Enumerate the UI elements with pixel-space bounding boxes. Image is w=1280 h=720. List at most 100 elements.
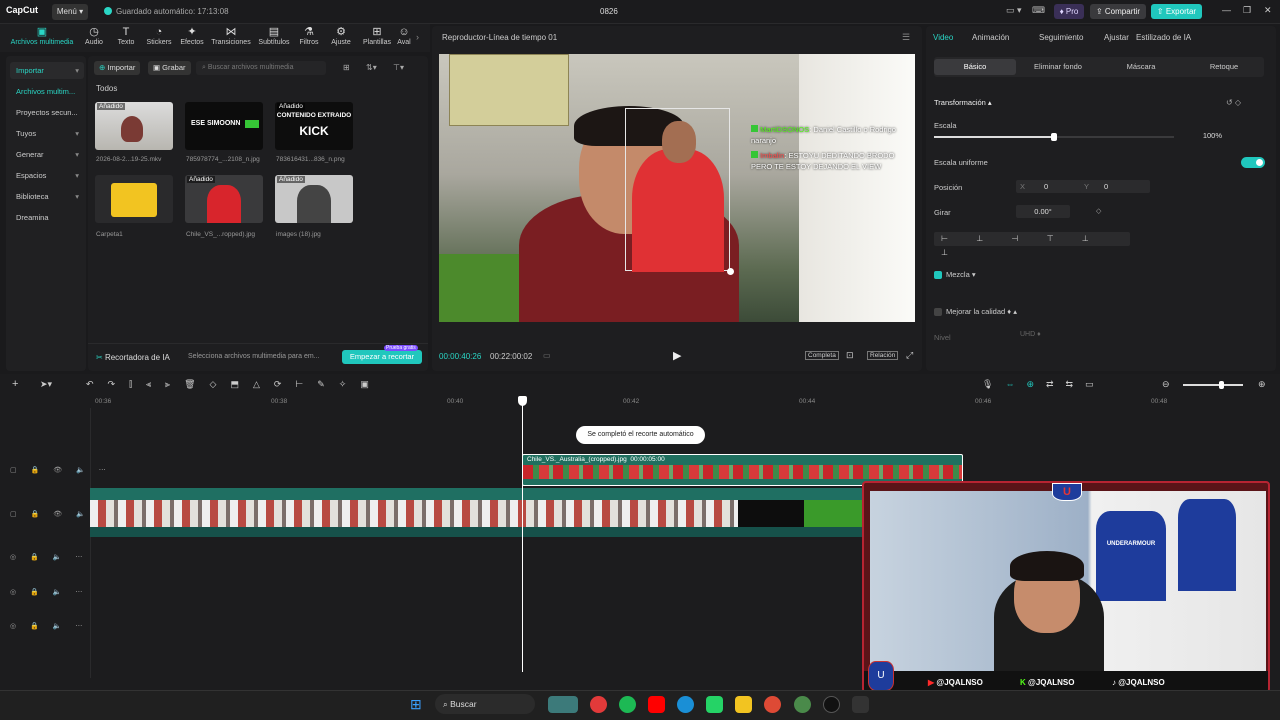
media-thumb-chile[interactable]: Añadido (185, 175, 263, 223)
youtube-icon[interactable] (648, 696, 665, 713)
pro-badge[interactable]: ♦ Pro (1054, 4, 1084, 19)
tab-text[interactable]: T Texto (108, 26, 144, 46)
scale-slider[interactable] (934, 133, 1174, 141)
media-thumb-banner[interactable]: ESE SIMOONN (185, 102, 263, 150)
sidebar-item-yours[interactable]: Tuyos ▾ (10, 125, 84, 142)
blend-heading[interactable]: Mezcla ▾ (934, 270, 976, 279)
track-controls[interactable]: ▢ 🔒 👁 🔈 ⋯ (10, 466, 112, 474)
position-x-field[interactable]: X0 (1016, 180, 1086, 193)
tab-tracking[interactable]: Seguimiento (1039, 33, 1083, 42)
position-y-field[interactable]: Y0 (1080, 180, 1150, 193)
sort-icon[interactable]: ⇅▾ (366, 63, 377, 72)
tab-effects[interactable]: ✦ Efectos (174, 26, 210, 46)
tab-templates[interactable]: ⊞ Plantillas (357, 26, 397, 46)
minimize-icon[interactable]: — (1222, 5, 1231, 15)
tab-ai-styling[interactable]: Estilizado de IA (1136, 33, 1191, 42)
chrome-icon[interactable] (764, 696, 781, 713)
subtab-basic[interactable]: Básico (934, 59, 1016, 75)
media-thumb-video[interactable]: Añadido (95, 102, 173, 150)
rotate-field[interactable]: 0.00° (1016, 205, 1070, 218)
tab-avatars[interactable]: ☺ Aval (394, 26, 414, 46)
edit-tools[interactable]: ↶↷⫿⫷⫸🗑◇⬒△⟳⊢✎✧▣ (86, 379, 383, 390)
opera-icon[interactable] (590, 696, 607, 713)
playhead[interactable] (522, 396, 523, 672)
sidebar-item-dreamina[interactable]: Dreamina (10, 209, 84, 226)
reset-icon[interactable]: ↺ ◇ (1226, 98, 1241, 107)
zoom-slider[interactable] (1183, 381, 1243, 389)
share-button[interactable]: ⇪ Compartir (1090, 4, 1146, 19)
media-thumb-folder[interactable] (95, 175, 173, 223)
sidebar-item-spaces[interactable]: Espacios ▾ (10, 167, 84, 184)
tab-subtitles[interactable]: ▤ Subtítulos (253, 26, 295, 46)
zoom-out-icon[interactable]: ⊖ (1162, 379, 1170, 390)
scale-knob[interactable] (1051, 133, 1057, 141)
widgets-icon[interactable] (548, 696, 578, 713)
whatsapp-icon[interactable] (706, 696, 723, 713)
select-tool-icon[interactable]: ➤▾ (40, 379, 52, 390)
level-select[interactable]: UHD ♦ (1016, 331, 1264, 344)
chevron-right-icon[interactable]: › (416, 32, 419, 42)
export-button[interactable]: ⇧ Exportar (1151, 4, 1202, 19)
flip-icon[interactable]: ◇ (1096, 207, 1101, 215)
windows-start-icon[interactable]: ⊞ (410, 696, 427, 713)
sidebar-item-media-files[interactable]: Archivos multim... (10, 83, 84, 100)
layout-icon[interactable]: ▭ ▾ (1006, 5, 1022, 16)
subtab-retouch[interactable]: Retoque (1183, 62, 1265, 71)
capcut-taskbar-icon[interactable] (852, 696, 869, 713)
tab-filters[interactable]: ⚗ Filtros (292, 26, 326, 46)
track-controls[interactable]: ◎ 🔒 🔈 ⋯ (10, 588, 88, 596)
snapshot-icon[interactable]: ⊡ (846, 350, 854, 361)
ratio-button[interactable]: Relación (867, 351, 899, 360)
menu-button[interactable]: Menú ▾ (52, 4, 88, 20)
tab-video[interactable]: Video (933, 33, 953, 42)
obs-icon[interactable] (823, 696, 840, 713)
maximize-icon[interactable]: ❐ (1243, 5, 1251, 16)
tab-animation[interactable]: Animación (972, 33, 1009, 42)
scale-value[interactable]: 100% (1188, 131, 1222, 140)
playhead-handle[interactable] (518, 396, 527, 406)
media-search-input[interactable]: ⌕ Buscar archivos multimedia (196, 61, 326, 75)
sidebar-item-library[interactable]: Biblioteca ▾ (10, 188, 84, 205)
full-button[interactable]: Completa (805, 351, 839, 360)
tab-adjust[interactable]: Ajustar (1104, 33, 1129, 42)
menu-icon[interactable]: ☰ (902, 32, 910, 43)
sidebar-item-secondary-projects[interactable]: Proyectos secun... (10, 104, 84, 121)
import-button[interactable]: ⊕ Importar (94, 61, 141, 75)
timeline-view-tools[interactable]: 🎙⇔⊕⇄⇆▭ (982, 379, 1106, 390)
start-cutting-button[interactable]: Empezar a recortar (342, 350, 422, 364)
close-icon[interactable]: ✕ (1264, 5, 1272, 16)
tab-stickers[interactable]: ◔ Stickers (140, 26, 178, 46)
tab-transitions[interactable]: ⋈ Transiciones (208, 26, 254, 46)
spotify-icon[interactable] (619, 696, 636, 713)
media-thumb-images[interactable]: Añadido (275, 175, 353, 223)
filter-icon[interactable]: ⊤▾ (393, 63, 404, 72)
sidebar-item-generate[interactable]: Generar ▾ (10, 146, 84, 163)
browser-icon[interactable] (794, 696, 811, 713)
transform-heading[interactable]: Transformación ▴ (934, 98, 992, 107)
resize-handle[interactable] (727, 268, 734, 275)
taskbar-search[interactable]: ⌕ Buscar (435, 694, 535, 714)
enhance-heading[interactable]: Mejorar la calidad ♦ ▴ (934, 307, 1017, 316)
tab-adjust[interactable]: ⚙ Ajuste (324, 26, 358, 46)
sidebar-item-import[interactable]: Importar ▾ (10, 62, 84, 79)
subtab-remove-bg[interactable]: Eliminar fondo (1017, 62, 1099, 71)
media-thumb-kick[interactable]: Añadido CONTENIDO EXTRAIDO KICK (275, 102, 353, 150)
subtab-mask[interactable]: Máscara (1100, 62, 1182, 71)
fullscreen-icon[interactable]: ⤢ (906, 350, 913, 361)
add-track-icon[interactable]: + (12, 378, 18, 390)
edge-icon[interactable] (677, 696, 694, 713)
grid-view-icon[interactable]: ⊞ (343, 63, 350, 72)
track-controls[interactable]: ◎ 🔒 🔈 ⋯ (10, 622, 88, 630)
play-icon[interactable]: ▶ (673, 349, 681, 362)
selection-box[interactable] (625, 108, 734, 275)
keyboard-icon[interactable]: ⌨ (1032, 5, 1045, 16)
align-buttons[interactable]: ⊢ ⊥ ⊣ ⊤ ⊥ ⊥ (934, 232, 1130, 257)
record-button[interactable]: ▣ Grabar (148, 61, 191, 75)
uniform-scale-toggle[interactable] (1241, 157, 1265, 168)
tab-media[interactable]: ▣ Archivos multimedia (5, 26, 79, 46)
video-preview[interactable]: MartiDSONOS: Daniel Castillo o Rodrigo n… (439, 54, 915, 322)
timeline-icon[interactable]: ▭ (543, 351, 551, 360)
track-controls[interactable]: ◎ 🔒 🔈 ⋯ (10, 553, 88, 561)
zoom-in-icon[interactable]: ⊕ (1258, 379, 1266, 390)
file-explorer-icon[interactable] (735, 696, 752, 713)
